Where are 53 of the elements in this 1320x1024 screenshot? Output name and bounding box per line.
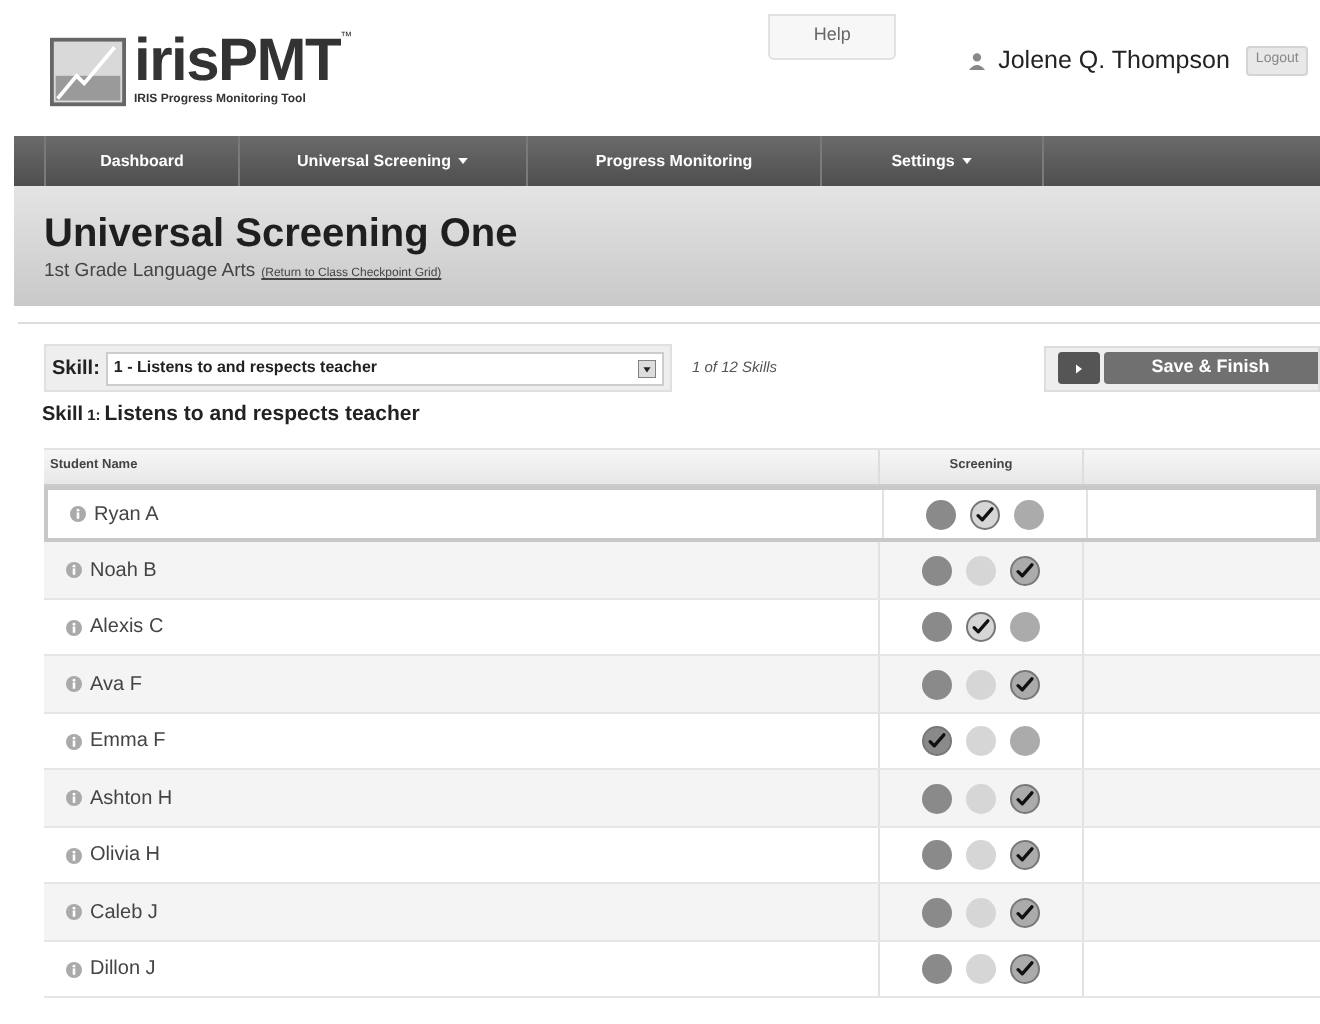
skill-heading: Listens to and respects teacher bbox=[104, 400, 420, 430]
save-finish-button[interactable]: Save & Finish bbox=[1103, 352, 1318, 384]
student-name: Caleb J bbox=[90, 899, 158, 927]
student-name: Noah B bbox=[90, 557, 157, 585]
check-icon bbox=[1014, 901, 1036, 923]
rating-option[interactable] bbox=[1010, 840, 1040, 870]
rating-option[interactable] bbox=[966, 612, 996, 642]
check-icon bbox=[974, 503, 996, 525]
check-icon bbox=[1014, 787, 1036, 809]
logo-chart-icon bbox=[50, 35, 126, 107]
info-icon[interactable] bbox=[66, 562, 82, 578]
student-name: Olivia H bbox=[90, 842, 161, 870]
student-name: Ava F bbox=[90, 671, 142, 699]
play-button[interactable] bbox=[1057, 352, 1100, 384]
check-icon bbox=[970, 616, 992, 638]
check-icon bbox=[926, 730, 948, 752]
play-icon bbox=[1075, 363, 1082, 373]
student-name: Ashton H bbox=[90, 785, 173, 813]
dropdown-caret-icon bbox=[458, 158, 469, 164]
dropdown-arrow-icon bbox=[638, 359, 656, 377]
student-name: Emma F bbox=[90, 728, 166, 756]
student-name: Dillon J bbox=[90, 956, 156, 984]
info-icon[interactable] bbox=[66, 961, 82, 977]
page-subtitle: 1st Grade Language Arts bbox=[44, 258, 256, 286]
rating-option[interactable] bbox=[1010, 783, 1040, 813]
check-icon bbox=[1014, 844, 1036, 866]
rating-option[interactable] bbox=[1010, 897, 1040, 927]
info-icon[interactable] bbox=[66, 904, 82, 920]
student-name: Ryan A bbox=[94, 501, 159, 529]
check-icon bbox=[1014, 673, 1036, 695]
help-tab[interactable]: Help bbox=[768, 14, 897, 60]
logo-wordmark: irisPMT bbox=[134, 32, 341, 92]
rating-option[interactable] bbox=[922, 726, 952, 756]
info-icon[interactable] bbox=[66, 847, 82, 863]
skill-dropdown[interactable]: 1 - Listens to and respects teacher bbox=[105, 351, 664, 385]
user-name: Jolene Q. Thompson bbox=[998, 44, 1230, 78]
rating-option[interactable] bbox=[1010, 555, 1040, 585]
dropdown-caret-icon bbox=[962, 158, 973, 164]
rating-option[interactable] bbox=[1010, 669, 1040, 699]
student-name: Alexis C bbox=[90, 614, 164, 642]
skill-prefix: Skill bbox=[42, 402, 84, 430]
rating-option[interactable] bbox=[1010, 954, 1040, 984]
info-icon[interactable] bbox=[66, 676, 82, 692]
user-icon bbox=[968, 51, 987, 70]
check-icon bbox=[1014, 958, 1036, 980]
info-icon[interactable] bbox=[70, 506, 86, 522]
rating-option[interactable] bbox=[970, 499, 1000, 529]
check-icon bbox=[1014, 559, 1036, 581]
info-icon[interactable] bbox=[66, 733, 82, 749]
info-icon[interactable] bbox=[66, 619, 82, 635]
info-icon[interactable] bbox=[66, 790, 82, 806]
skill-label: Skill: bbox=[52, 355, 100, 383]
page-title: Universal Screening One bbox=[44, 210, 520, 258]
